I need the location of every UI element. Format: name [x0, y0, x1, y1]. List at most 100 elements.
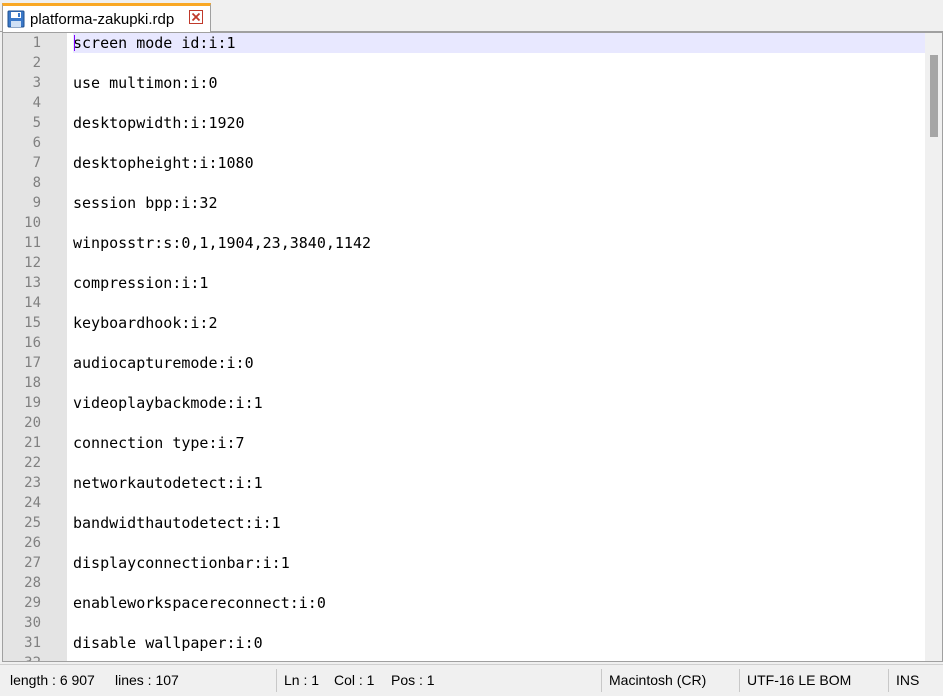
status-lines: lines : 107 [115, 672, 179, 688]
line-text[interactable]: connection type:i:7 [73, 433, 925, 453]
editor-line[interactable]: 29 enableworkspacereconnect:i:0 [3, 593, 927, 613]
editor-line[interactable]: 19 videoplaybackmode:i:1 [3, 393, 927, 413]
line-text[interactable]: session bpp:i:32 [73, 193, 925, 213]
editor-line[interactable]: 28 [3, 573, 927, 593]
line-text[interactable] [73, 93, 925, 113]
line-text[interactable] [73, 413, 925, 433]
line-text[interactable] [73, 333, 925, 353]
line-text[interactable]: audiocapturemode:i:0 [73, 353, 925, 373]
editor-line[interactable]: 1 screen mode id:i:1 [3, 33, 927, 53]
line-number: 10 [24, 215, 41, 231]
editor-line[interactable]: 11 winposstr:s:0,1,1904,23,3840,1142 [3, 233, 927, 253]
status-col: Col : 1 [334, 672, 375, 688]
line-number: 1 [32, 35, 41, 51]
tab-platforma-zakupki[interactable]: platforma-zakupki.rdp [2, 3, 211, 32]
close-icon[interactable] [189, 10, 203, 24]
line-number: 13 [24, 275, 41, 291]
line-text[interactable]: displayconnectionbar:i:1 [73, 553, 925, 573]
line-text[interactable]: screen mode id:i:1 [73, 33, 925, 53]
editor-line[interactable]: 18 [3, 373, 927, 393]
line-number: 20 [24, 415, 41, 431]
line-text[interactable] [73, 653, 925, 661]
line-number: 31 [24, 635, 41, 651]
line-number: 21 [24, 435, 41, 451]
line-number: 32 [3, 653, 41, 661]
line-text[interactable]: networkautodetect:i:1 [73, 473, 925, 493]
line-number: 24 [24, 495, 41, 511]
editor-line[interactable]: 5 desktopwidth:i:1920 [3, 113, 927, 133]
line-text[interactable]: keyboardhook:i:2 [73, 313, 925, 333]
line-number: 17 [24, 355, 41, 371]
editor-line[interactable]: 20 [3, 413, 927, 433]
line-number: 18 [24, 375, 41, 391]
editor-line[interactable]: 3 use multimon:i:0 [3, 73, 927, 93]
editor-line[interactable]: 32 [3, 653, 927, 661]
line-number: 2 [32, 55, 41, 71]
line-text[interactable] [73, 173, 925, 193]
line-number: 26 [24, 535, 41, 551]
status-length: length : 6 907 [10, 672, 95, 688]
line-number: 14 [24, 295, 41, 311]
editor-line[interactable]: 31 disable wallpaper:i:0 [3, 633, 927, 653]
line-text[interactable] [73, 213, 925, 233]
line-text[interactable]: videoplaybackmode:i:1 [73, 393, 925, 413]
line-number: 12 [24, 255, 41, 271]
editor-line[interactable]: 15 keyboardhook:i:2 [3, 313, 927, 333]
editor-line[interactable]: 16 [3, 333, 927, 353]
editor-line[interactable]: 17 audiocapturemode:i:0 [3, 353, 927, 373]
line-text[interactable]: use multimon:i:0 [73, 73, 925, 93]
editor-line[interactable]: 26 [3, 533, 927, 553]
status-pos: Pos : 1 [391, 672, 435, 688]
editor-line[interactable]: 21 connection type:i:7 [3, 433, 927, 453]
line-number: 25 [24, 515, 41, 531]
line-text[interactable] [73, 453, 925, 473]
editor-line[interactable]: 24 [3, 493, 927, 513]
line-text[interactable] [73, 613, 925, 633]
vertical-scrollbar[interactable] [925, 33, 942, 661]
line-text[interactable] [73, 533, 925, 553]
line-text[interactable] [73, 293, 925, 313]
line-text[interactable]: desktopheight:i:1080 [73, 153, 925, 173]
editor-line[interactable]: 10 [3, 213, 927, 233]
editor-line[interactable]: 12 [3, 253, 927, 273]
line-text[interactable]: compression:i:1 [73, 273, 925, 293]
line-text[interactable]: disable wallpaper:i:0 [73, 633, 925, 653]
line-number: 6 [32, 135, 41, 151]
line-text[interactable]: bandwidthautodetect:i:1 [73, 513, 925, 533]
status-bar: length : 6 907 lines : 107 Ln : 1 Col : … [0, 664, 943, 696]
editor-line[interactable]: 27 displayconnectionbar:i:1 [3, 553, 927, 573]
line-text[interactable] [73, 253, 925, 273]
editor-line[interactable]: 8 [3, 173, 927, 193]
line-number: 9 [32, 195, 41, 211]
line-number: 29 [24, 595, 41, 611]
editor-line[interactable]: 14 [3, 293, 927, 313]
line-text[interactable]: enableworkspacereconnect:i:0 [73, 593, 925, 613]
editor-line[interactable]: 9 session bpp:i:32 [3, 193, 927, 213]
status-encoding[interactable]: UTF-16 LE BOM [739, 665, 851, 696]
line-number: 27 [24, 555, 41, 571]
editor-line[interactable]: 4 [3, 93, 927, 113]
status-eol[interactable]: Macintosh (CR) [601, 665, 706, 696]
editor-line[interactable]: 25 bandwidthautodetect:i:1 [3, 513, 927, 533]
line-number: 19 [24, 395, 41, 411]
scrollbar-thumb[interactable] [930, 55, 938, 137]
text-editor[interactable]: 1 screen mode id:i:1 2 3 use multimon:i:0 4 5 d… [2, 32, 943, 662]
line-text[interactable]: winposstr:s:0,1,1904,23,3840,1142 [73, 233, 925, 253]
editor-line[interactable]: 6 [3, 133, 927, 153]
line-text[interactable]: desktopwidth:i:1920 [73, 113, 925, 133]
editor-line[interactable]: 30 [3, 613, 927, 633]
line-text[interactable] [73, 373, 925, 393]
editor-line[interactable]: 23 networkautodetect:i:1 [3, 473, 927, 493]
editor-line[interactable]: 7 desktopheight:i:1080 [3, 153, 927, 173]
status-ln: Ln : 1 [284, 672, 320, 688]
status-insert-mode[interactable]: INS [888, 665, 919, 696]
editor-line[interactable]: 22 [3, 453, 927, 473]
editor-lines[interactable]: 1 screen mode id:i:1 2 3 use multimon:i:0 4 5 d… [3, 33, 927, 661]
line-number: 28 [24, 575, 41, 591]
line-text[interactable] [73, 53, 925, 73]
line-text[interactable] [73, 133, 925, 153]
line-text[interactable] [73, 573, 925, 593]
editor-line[interactable]: 13 compression:i:1 [3, 273, 927, 293]
line-text[interactable] [73, 493, 925, 513]
editor-line[interactable]: 2 [3, 53, 927, 73]
